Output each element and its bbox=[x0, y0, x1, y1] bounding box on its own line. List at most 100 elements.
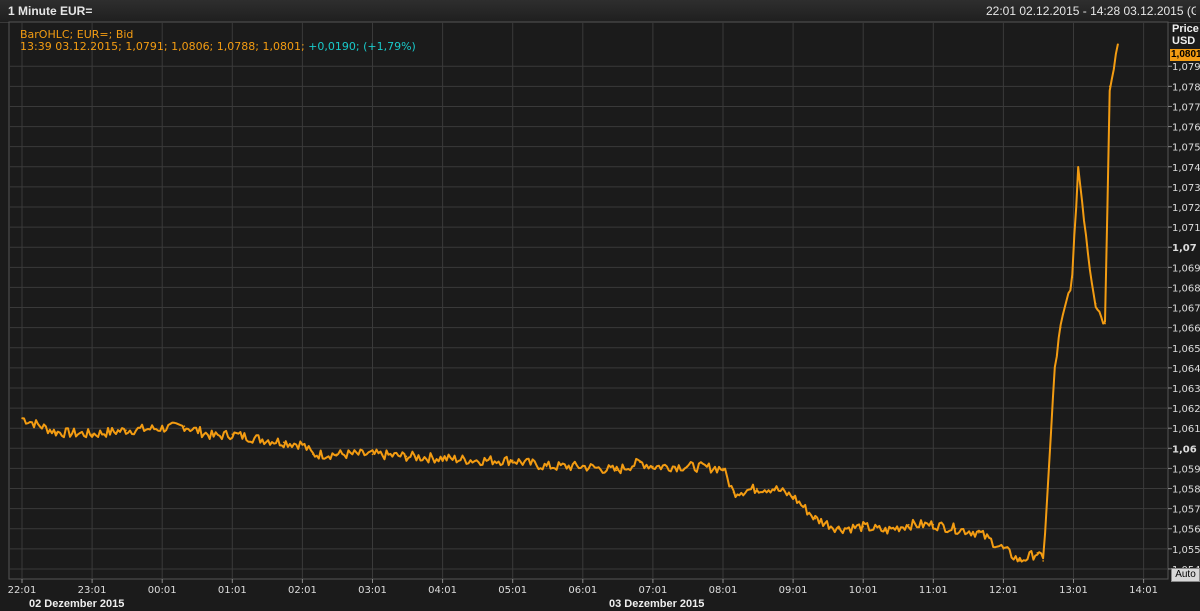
auto-scale-button[interactable]: Auto bbox=[1171, 568, 1200, 582]
data-point bbox=[1089, 266, 1091, 269]
data-point bbox=[545, 465, 548, 468]
last-value-label: 1,0801 bbox=[1170, 49, 1200, 61]
data-point bbox=[932, 523, 935, 526]
x-tick-label: 04:01 bbox=[428, 585, 457, 596]
y-tick-label: 1,076 bbox=[1172, 123, 1200, 134]
data-point bbox=[978, 531, 980, 534]
x-tick-label: 00:01 bbox=[148, 585, 177, 596]
y-tick-label: 1,063 bbox=[1172, 384, 1200, 395]
x-tick-label: 14:01 bbox=[1129, 585, 1158, 596]
data-point bbox=[1002, 548, 1005, 550]
data-point bbox=[862, 525, 864, 528]
y-tick-label: 1,06 bbox=[1172, 444, 1197, 455]
x-tick-label: 23:01 bbox=[78, 585, 107, 596]
x-tick-label: 01:01 bbox=[218, 585, 247, 596]
x-tick-label: 09:01 bbox=[779, 585, 808, 596]
data-point bbox=[212, 435, 215, 438]
x-tick-label: 12:01 bbox=[989, 585, 1018, 596]
data-point bbox=[907, 523, 910, 526]
x-tick-label: 13:01 bbox=[1059, 585, 1088, 596]
data-point bbox=[1048, 467, 1050, 470]
legend-ohlc: 13:39 03.12.2015; 1,0791; 1,0806; 1,0788… bbox=[20, 40, 416, 53]
plot-area bbox=[8, 21, 1169, 580]
data-point bbox=[282, 441, 285, 444]
data-point bbox=[814, 517, 817, 520]
y-tick-label: 1,071 bbox=[1172, 223, 1200, 234]
data-point bbox=[1036, 552, 1039, 554]
data-point bbox=[183, 425, 186, 427]
x-tick-label: 02:01 bbox=[288, 585, 317, 596]
y-tick-label: 1,056 bbox=[1172, 525, 1200, 536]
data-point bbox=[773, 487, 776, 490]
data-point bbox=[231, 433, 234, 436]
data-point bbox=[884, 529, 887, 532]
data-point bbox=[792, 495, 794, 498]
data-point bbox=[722, 467, 724, 470]
date-label: 02 Dezember 2015 bbox=[29, 598, 124, 610]
x-tick-label: 07:01 bbox=[638, 585, 667, 596]
data-point bbox=[652, 465, 654, 468]
data-point bbox=[1104, 322, 1106, 325]
chart-window: 1 Minute EUR= 22:01 02.12.2015 - 14:28 0… bbox=[0, 0, 1200, 611]
data-point bbox=[615, 469, 618, 472]
y-tick-label: 1,055 bbox=[1172, 545, 1200, 556]
y-tick-label: 1,057 bbox=[1172, 505, 1200, 516]
x-tick-label: 11:01 bbox=[919, 585, 948, 596]
data-point bbox=[21, 417, 23, 419]
data-point bbox=[732, 491, 735, 494]
data-point bbox=[756, 487, 758, 490]
data-point bbox=[441, 457, 444, 460]
data-point bbox=[1094, 302, 1097, 305]
data-point bbox=[1042, 560, 1044, 562]
data-point bbox=[335, 453, 338, 456]
legend-ohlc-values: 13:39 03.12.2015; 1,0791; 1,0806; 1,0788… bbox=[20, 40, 305, 53]
data-point bbox=[1108, 85, 1111, 88]
y-tick-label: 1,065 bbox=[1172, 344, 1200, 355]
y-tick-label: 1,072 bbox=[1172, 203, 1200, 214]
date-label: 03 Dezember 2015 bbox=[609, 598, 704, 610]
data-point bbox=[253, 437, 256, 440]
x-tick-label: 03:01 bbox=[358, 585, 387, 596]
data-point bbox=[1077, 165, 1079, 168]
data-point bbox=[312, 453, 314, 456]
data-point bbox=[639, 461, 641, 464]
data-point bbox=[1018, 560, 1021, 562]
y-tick-label: 1,068 bbox=[1172, 283, 1200, 294]
y-tick-label: 1,07 bbox=[1172, 243, 1197, 254]
y-axis-unit-label: USD bbox=[1172, 35, 1196, 47]
y-tick-label: 1,061 bbox=[1172, 424, 1200, 435]
data-point bbox=[582, 465, 584, 468]
y-tick-label: 1,069 bbox=[1172, 263, 1200, 274]
data-point bbox=[1071, 276, 1074, 279]
data-point bbox=[1059, 326, 1062, 329]
y-axis-price-label: Price bbox=[1172, 23, 1199, 35]
y-tick-label: 1,078 bbox=[1172, 82, 1200, 93]
data-point bbox=[1117, 43, 1119, 45]
y-tick-label: 1,059 bbox=[1172, 464, 1200, 475]
data-point bbox=[1054, 367, 1056, 369]
data-point bbox=[91, 433, 93, 436]
data-point bbox=[161, 427, 163, 429]
data-point bbox=[371, 453, 374, 456]
price-chart[interactable]: 1,0541,0551,0561,0571,0581,0591,061,0611… bbox=[0, 0, 1200, 611]
y-tick-label: 1,067 bbox=[1172, 304, 1200, 315]
data-point bbox=[511, 459, 514, 462]
data-point bbox=[837, 527, 840, 530]
y-tick-label: 1,073 bbox=[1172, 183, 1200, 194]
y-tick-label: 1,058 bbox=[1172, 485, 1200, 496]
data-point bbox=[55, 431, 57, 434]
x-tick-label: 05:01 bbox=[498, 585, 527, 596]
y-axis-header: Price USD bbox=[1172, 23, 1199, 47]
x-tick-label: 06:01 bbox=[568, 585, 597, 596]
data-point bbox=[301, 443, 304, 446]
legend-change: +0,0190; (+1,79%) bbox=[308, 40, 416, 53]
data-point bbox=[125, 429, 127, 431]
data-point bbox=[475, 459, 478, 462]
x-tick-label: 08:01 bbox=[709, 585, 738, 596]
y-tick-label: 1,064 bbox=[1172, 364, 1200, 375]
data-point bbox=[954, 527, 957, 530]
y-tick-label: 1,062 bbox=[1172, 404, 1200, 415]
data-point bbox=[405, 455, 408, 458]
y-tick-label: 1,079 bbox=[1172, 62, 1200, 73]
y-tick-label: 1,074 bbox=[1172, 163, 1200, 174]
